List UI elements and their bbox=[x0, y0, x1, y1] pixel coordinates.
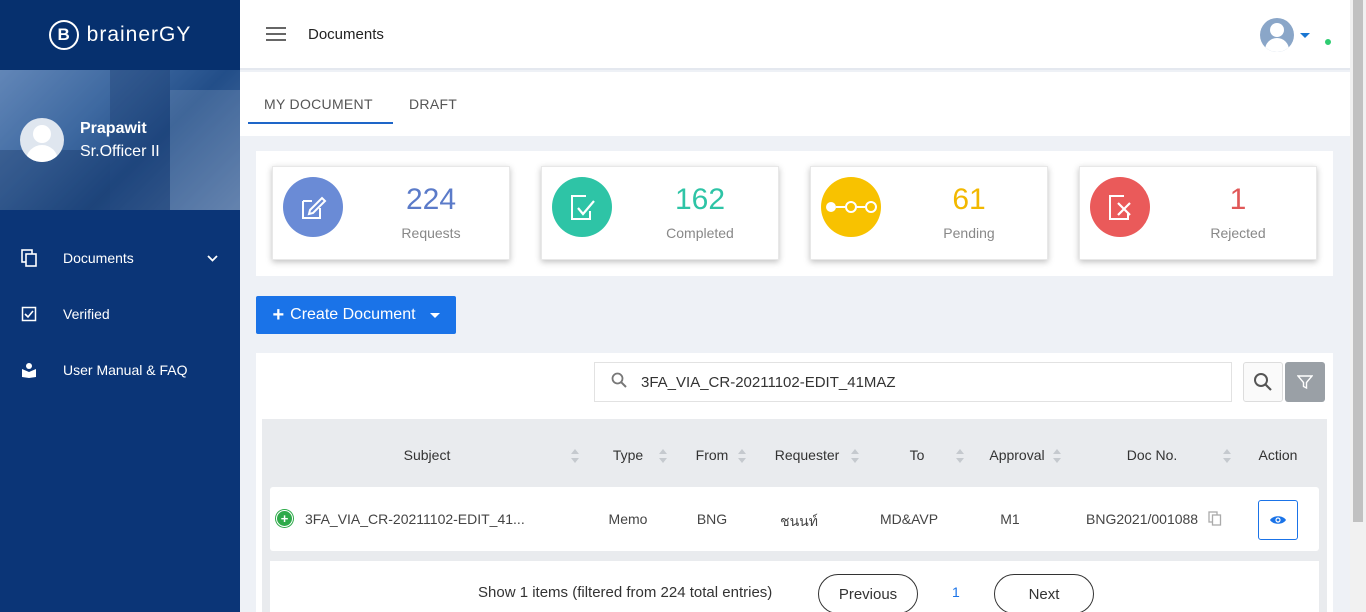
cell-approval: M1 bbox=[1000, 511, 1020, 527]
plus-icon: + bbox=[272, 303, 285, 326]
search-input[interactable] bbox=[641, 373, 1201, 391]
reader-icon bbox=[20, 361, 38, 379]
column-header-to[interactable]: To bbox=[882, 447, 952, 463]
user-menu[interactable] bbox=[1260, 18, 1310, 52]
check-doc-icon bbox=[552, 177, 612, 237]
create-document-button[interactable]: + Create Document bbox=[256, 296, 456, 334]
stat-card-completed[interactable]: 162 Completed bbox=[541, 166, 779, 260]
stat-label: Pending bbox=[943, 225, 995, 241]
expand-row-icon[interactable]: + bbox=[276, 510, 293, 527]
eye-icon bbox=[1270, 516, 1286, 524]
sort-icon[interactable] bbox=[1053, 449, 1061, 463]
create-document-label: Create Document bbox=[290, 306, 416, 323]
active-tab-indicator bbox=[248, 122, 393, 124]
checkbox-icon bbox=[20, 305, 38, 323]
doc-no-text: BNG2021/001088 bbox=[1086, 511, 1199, 527]
stats-panel: 224 Requests 162 Completed 61 Pending 1 … bbox=[256, 151, 1333, 276]
profile-banner: Prapawit Sr.Officer II bbox=[0, 70, 240, 210]
sidebar: B brainerGY Prapawit Sr.Officer II Docum… bbox=[0, 0, 240, 612]
sidebar-item-documents[interactable]: Documents bbox=[0, 230, 240, 286]
documents-table: Subject Type From Requester To Approval … bbox=[262, 419, 1327, 612]
sidebar-item-label: Verified bbox=[63, 306, 110, 322]
sidebar-item-label: Documents bbox=[63, 250, 134, 266]
stat-value: 61 bbox=[952, 183, 986, 216]
next-button[interactable]: Next bbox=[994, 574, 1094, 612]
sort-icon[interactable] bbox=[571, 449, 579, 463]
documents-table-panel: Subject Type From Requester To Approval … bbox=[256, 353, 1333, 612]
scrollbar-thumb[interactable] bbox=[1353, 0, 1363, 522]
avatar[interactable] bbox=[20, 118, 64, 162]
online-status-icon bbox=[1324, 38, 1332, 46]
page-title: Documents bbox=[308, 25, 384, 43]
sort-icon[interactable] bbox=[851, 449, 859, 463]
pagination-info: Show 1 items (filtered from 224 total en… bbox=[478, 584, 773, 601]
column-header-action: Action bbox=[1258, 447, 1298, 463]
search-box[interactable] bbox=[594, 362, 1232, 402]
stat-label: Completed bbox=[666, 225, 734, 241]
page-number[interactable]: 1 bbox=[952, 584, 960, 600]
stat-card-rejected[interactable]: 1 Rejected bbox=[1079, 166, 1317, 260]
brand-mark-icon: B bbox=[48, 20, 79, 50]
topbar: Documents bbox=[240, 0, 1350, 70]
search-button[interactable] bbox=[1243, 362, 1283, 402]
profile-name: Prapawit bbox=[80, 120, 147, 137]
table-header: Subject Type From Requester To Approval … bbox=[262, 419, 1327, 487]
menu-icon[interactable] bbox=[266, 27, 286, 41]
column-header-doc-no[interactable]: Doc No. bbox=[1102, 447, 1202, 463]
page-scrollbar[interactable] bbox=[1350, 0, 1366, 612]
pending-dots-icon bbox=[821, 177, 881, 237]
stat-card-requests[interactable]: 224 Requests bbox=[272, 166, 510, 260]
cell-subject: 3FA_VIA_CR-20211102-EDIT_41... bbox=[305, 511, 525, 527]
column-header-subject[interactable]: Subject bbox=[372, 447, 482, 463]
view-button[interactable] bbox=[1258, 500, 1298, 540]
edit-icon bbox=[283, 177, 343, 237]
cell-to: MD&AVP bbox=[879, 511, 939, 527]
table-row[interactable]: + 3FA_VIA_CR-20211102-EDIT_41... Memo BN… bbox=[270, 487, 1319, 551]
reject-doc-icon bbox=[1090, 177, 1150, 237]
caret-down-icon bbox=[1300, 32, 1310, 38]
copy-icon bbox=[20, 249, 38, 267]
sort-icon[interactable] bbox=[659, 449, 667, 463]
sort-icon[interactable] bbox=[1223, 449, 1231, 463]
cell-type: Memo bbox=[608, 511, 648, 527]
column-header-from[interactable]: From bbox=[682, 447, 742, 463]
search-icon bbox=[611, 372, 627, 393]
cell-from: BNG bbox=[696, 511, 728, 527]
stat-value: 1 bbox=[1229, 183, 1247, 216]
cell-requester: ชนนท์ bbox=[780, 513, 818, 529]
sidebar-item-verified[interactable]: Verified bbox=[0, 286, 240, 342]
cell-doc-no: BNG2021/001088 bbox=[1086, 511, 1222, 529]
chevron-down-icon[interactable] bbox=[207, 251, 218, 265]
sort-icon[interactable] bbox=[956, 449, 964, 463]
sidebar-item-label: User Manual & FAQ bbox=[63, 362, 188, 378]
column-header-requester[interactable]: Requester bbox=[762, 447, 852, 463]
sidebar-nav: Documents Verified User Manual & FAQ bbox=[0, 230, 240, 398]
copy-icon[interactable] bbox=[1208, 511, 1222, 529]
sidebar-item-user-manual[interactable]: User Manual & FAQ bbox=[0, 342, 240, 398]
sort-icon[interactable] bbox=[738, 449, 746, 463]
tab-my-document[interactable]: MY DOCUMENT bbox=[264, 96, 373, 112]
stat-value: 162 bbox=[674, 183, 726, 216]
tabs: MY DOCUMENT DRAFT bbox=[240, 72, 1350, 136]
stat-label: Rejected bbox=[1210, 225, 1266, 241]
logo[interactable]: B brainerGY bbox=[0, 0, 240, 70]
pagination: Show 1 items (filtered from 224 total en… bbox=[270, 561, 1319, 612]
previous-button[interactable]: Previous bbox=[818, 574, 918, 612]
filter-icon bbox=[1297, 375, 1313, 390]
stat-card-pending[interactable]: 61 Pending bbox=[810, 166, 1048, 260]
column-header-approval[interactable]: Approval bbox=[977, 447, 1057, 463]
stat-label: Requests bbox=[401, 225, 461, 241]
caret-down-icon bbox=[429, 312, 440, 318]
tab-draft[interactable]: DRAFT bbox=[409, 96, 457, 112]
search-icon bbox=[1254, 373, 1272, 391]
profile-role: Sr.Officer II bbox=[80, 143, 160, 160]
logo-text: brainerGY bbox=[86, 23, 192, 46]
avatar bbox=[1260, 18, 1294, 52]
filter-button[interactable] bbox=[1285, 362, 1325, 402]
stat-value: 224 bbox=[405, 183, 457, 216]
column-header-type[interactable]: Type bbox=[598, 447, 658, 463]
